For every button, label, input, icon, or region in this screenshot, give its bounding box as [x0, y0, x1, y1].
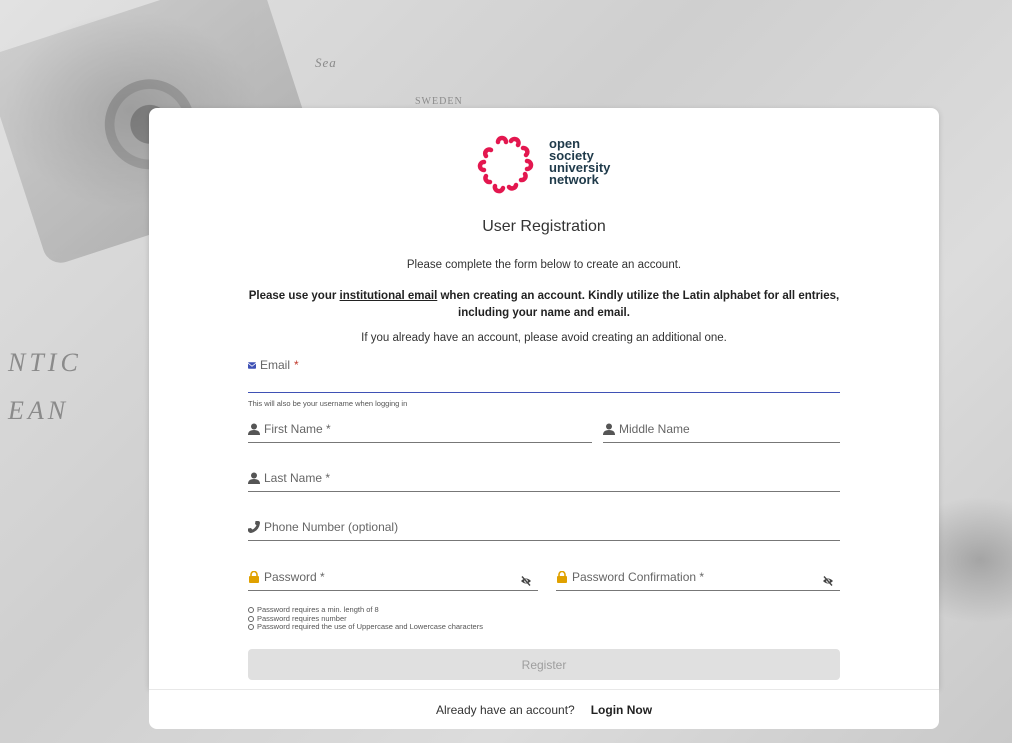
institutional-email-link[interactable]: institutional email [340, 290, 438, 302]
phone-input[interactable] [248, 519, 814, 539]
map-label-sea: Sea [315, 55, 337, 70]
eye-slash-icon[interactable] [520, 575, 532, 587]
first-name-underline [248, 442, 592, 443]
map-label-ntic: NTIC [8, 348, 82, 377]
password-underline [248, 590, 538, 591]
rule-circle-icon [248, 615, 254, 622]
middle-name-underline [603, 442, 840, 443]
email-underline [248, 391, 840, 393]
password-confirmation-input[interactable] [556, 569, 814, 589]
rule-circle-icon [248, 624, 254, 631]
map-label-sweden: SWEDEN [415, 96, 463, 107]
password-rule-item: Password required the use of Uppercase a… [248, 622, 483, 632]
last-name-underline [248, 491, 840, 492]
intro-text: Please complete the form below to create… [406, 259, 682, 271]
eye-slash-icon[interactable] [822, 575, 834, 587]
password-input[interactable] [248, 569, 512, 589]
first-name-field[interactable]: First Name * [248, 418, 592, 443]
map-label-ean: EAN [8, 396, 70, 425]
middle-name-field[interactable]: Middle Name [603, 418, 840, 443]
logo-ring-icon [477, 135, 534, 194]
middle-name-input[interactable] [603, 421, 814, 441]
last-name-input[interactable] [248, 470, 814, 490]
register-button[interactable]: Register [248, 649, 840, 680]
last-name-field[interactable]: Last Name * [248, 467, 840, 492]
email-label: Email * [248, 358, 299, 372]
rule-circle-icon [248, 607, 254, 614]
registration-card: open society university network User Reg… [149, 108, 939, 689]
duplicate-account-notice: If you already have an account, please a… [361, 332, 727, 344]
email-field[interactable]: Email * [248, 358, 840, 393]
password-confirmation-underline [556, 590, 840, 591]
password-confirmation-field[interactable]: Password Confirmation * [556, 566, 840, 591]
email-notice: Please use your institutional email when… [248, 290, 840, 319]
email-input[interactable] [248, 371, 814, 391]
logo-line-network: network [549, 172, 599, 187]
first-name-input[interactable] [248, 421, 566, 441]
phone-field[interactable]: Phone Number (optional) [248, 516, 840, 541]
email-hint: This will also be your username when log… [248, 399, 408, 408]
logo-text: open society university network [549, 137, 610, 187]
password-field[interactable]: Password * [248, 566, 538, 591]
page-title: User Registration [482, 218, 606, 235]
login-prompt: Already have an account? [435, 702, 575, 717]
login-now-link[interactable]: Login Now [591, 703, 652, 717]
phone-underline [248, 540, 840, 541]
login-footer: Already have an account? Login Now [149, 689, 939, 729]
envelope-icon [248, 361, 256, 369]
password-rules: Password requires a min. length of 8 Pas… [248, 605, 483, 632]
osun-logo: open society university network [467, 130, 627, 200]
